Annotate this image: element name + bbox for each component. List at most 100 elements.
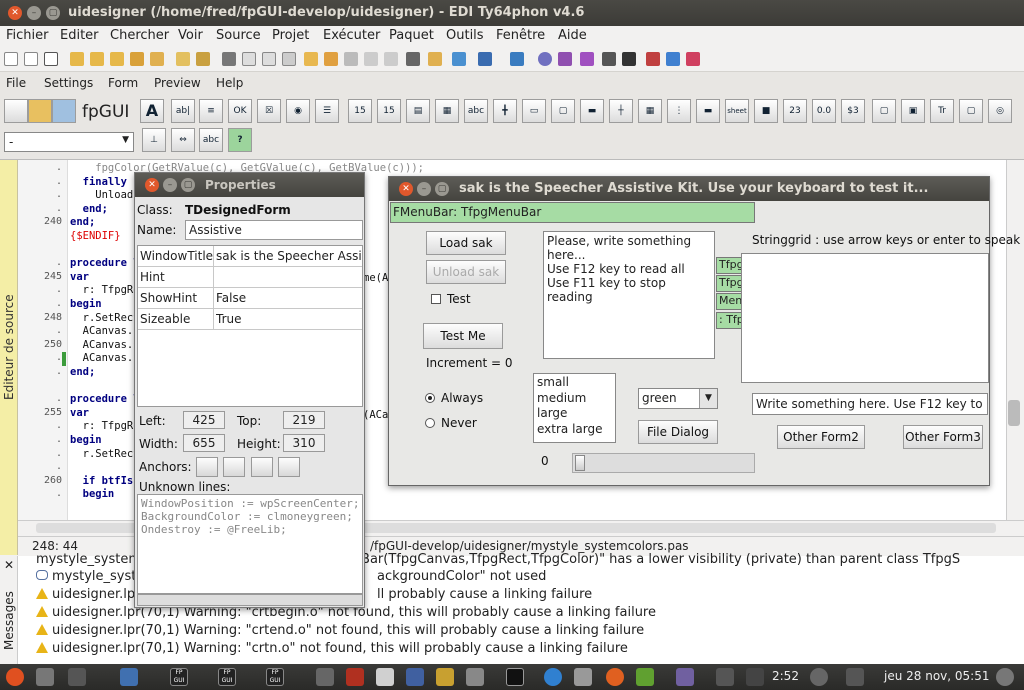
step-over-icon[interactable] [666,52,680,66]
menu-source[interactable]: Source [216,28,261,43]
menu-projet[interactable]: Projet [272,28,309,43]
name-field[interactable]: Assistive [185,220,363,240]
terminal-icon[interactable] [506,668,524,686]
minimize-icon[interactable]: – [163,178,177,192]
step-into-icon[interactable] [646,52,660,66]
stop-icon[interactable] [622,52,636,66]
hidden-widget-label[interactable]: Tfpg [716,275,742,292]
anchor-left-icon[interactable] [196,457,218,477]
hidden-widget-label[interactable]: : Tfp [716,312,742,329]
panel-widget-icon[interactable]: ▭ [522,99,546,123]
test-checkbox[interactable]: Test [431,292,471,306]
open-form-button[interactable] [28,99,52,123]
fpgui-app-icon[interactable]: FP GUI [266,668,284,686]
run-icon[interactable] [580,52,594,66]
date-widget-icon[interactable]: 15 [348,99,372,123]
stack-widget-icon[interactable]: ⊥ [142,128,166,152]
toggle-form-icon[interactable] [222,52,236,66]
remove-from-project-icon[interactable] [364,52,378,66]
top-field[interactable]: 219 [283,411,325,429]
load-sak-button[interactable]: Load sak [426,231,506,255]
color-combo[interactable]: green ▼ [638,388,718,409]
designer-menu-form[interactable]: Form [108,76,138,90]
currency-widget-icon[interactable]: $3 [841,99,865,123]
volume-icon[interactable] [846,668,864,686]
hidden-widget-label[interactable]: Tfpg [716,257,742,274]
menubar-widget[interactable]: FMenuBar: TfpgMenuBar [390,202,755,223]
trash-icon[interactable] [36,668,54,686]
view-units-icon[interactable] [242,52,256,66]
hidden-widget-label[interactable]: MenuB [716,293,742,310]
open-recent-icon[interactable] [90,52,104,66]
dialog-widget-icon[interactable]: ▣ [901,99,925,123]
new-unit-icon[interactable] [24,52,38,66]
left-field[interactable]: 425 [183,411,225,429]
menu-aide[interactable]: Aide [558,28,587,43]
close-file-icon[interactable] [150,52,164,66]
color-widget-icon[interactable]: ■ [754,99,778,123]
window-widget-icon[interactable]: ▢ [959,99,983,123]
project-inspector-icon[interactable] [304,52,318,66]
spinedit-widget-icon[interactable]: 23 [783,99,807,123]
close-icon[interactable]: ✕ [4,558,14,572]
memo-widget-icon[interactable]: ≡ [199,99,223,123]
designer-menu-preview[interactable]: Preview [154,76,201,90]
wifi-icon[interactable] [810,668,828,686]
close-icon[interactable]: ✕ [145,178,159,192]
calendar-widget-icon[interactable]: 15 [377,99,401,123]
property-row[interactable]: WindowTitlesak is the Speecher Assistive… [138,246,362,267]
tabs-widget-icon[interactable]: ▤ [406,99,430,123]
other-form2-button[interactable]: Other Form2 [777,425,865,449]
find-next-icon[interactable] [196,52,210,66]
listbox-widget-icon[interactable]: ☰ [315,99,339,123]
list-item[interactable]: large [537,406,612,422]
radio-widget-icon[interactable]: ◉ [286,99,310,123]
unknown-hscrollbar[interactable] [137,594,363,606]
bevel-widget-icon[interactable]: ▢ [551,99,575,123]
new-form-icon[interactable] [44,52,58,66]
designer-menu-settings[interactable]: Settings [44,76,93,90]
menu-paquet[interactable]: Paquet [389,28,434,43]
image-widget-icon[interactable]: ▬ [696,99,720,123]
splitter-widget-icon[interactable]: ╋ [493,99,517,123]
build-mode-icon[interactable] [478,52,492,66]
debug-icon[interactable] [538,52,552,66]
app-icon[interactable] [716,668,734,686]
save-all-icon[interactable] [130,52,144,66]
property-row[interactable]: ShowHint False [138,288,362,309]
navigator-widget-icon[interactable]: ⇔ [171,128,195,152]
textfield-widget-icon[interactable]: Tr [930,99,954,123]
maximize-icon[interactable]: ▢ [435,182,449,196]
clock[interactable]: jeu 28 nov, 05:51 [884,669,989,683]
toggle-view-icon[interactable] [282,52,296,66]
pause-icon[interactable] [602,52,616,66]
trackbar-thumb[interactable] [575,455,585,471]
size-listbox[interactable]: small medium large extra large [533,373,616,443]
menu-fenetre[interactable]: Fenêtre [496,28,545,43]
build-icon[interactable] [384,52,398,66]
radio-never[interactable]: Never [425,416,477,430]
width-field[interactable]: 655 [183,434,225,452]
form-widget-icon[interactable]: ▢ [872,99,896,123]
menu-editer[interactable]: Editer [60,28,99,43]
float-spin-widget-icon[interactable]: 0.0 [812,99,836,123]
message-line[interactable]: uidesigner.lpr(70,1) Warning: "crtn.o" n… [36,641,628,656]
message-line[interactable]: uidesigner.lpr(70,1) Warning: "crtend.o"… [36,623,644,638]
menu-fichier[interactable]: Fichier [6,28,49,43]
new-form-button[interactable] [4,99,28,123]
anchor-top-icon[interactable] [223,457,245,477]
app-icon[interactable] [436,668,454,686]
widget-combo[interactable]: - ▼ [4,132,134,152]
list-item[interactable]: extra large [537,422,612,438]
editor-vscroll-thumb[interactable] [1008,400,1020,426]
property-row[interactable]: Hint [138,267,362,288]
save-form-button[interactable] [52,99,76,123]
compile-icon[interactable] [406,52,420,66]
stringgrid-widget-icon[interactable]: ▦ [638,99,662,123]
progress-widget-icon[interactable]: ▬ [580,99,604,123]
search-icon[interactable] [176,52,190,66]
checkbox-widget-icon[interactable]: ☒ [257,99,281,123]
edit-widget[interactable]: Write something here. Use F12 key to rea… [752,393,988,415]
fpgui-app-icon[interactable]: FP GUI [218,668,236,686]
sheet-widget-icon[interactable]: sheet [725,99,749,123]
